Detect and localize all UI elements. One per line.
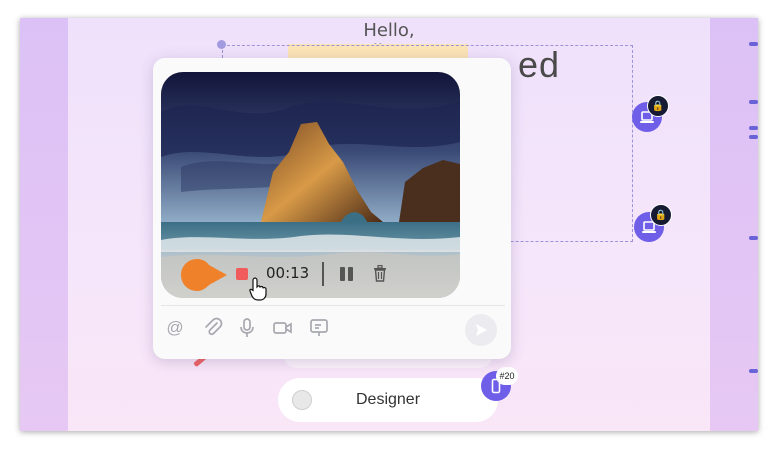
controls-divider <box>322 262 324 286</box>
lock-icon: 🔒 <box>650 204 672 226</box>
video-preview[interactable]: 00:13 <box>161 72 460 298</box>
panel-marker[interactable] <box>749 236 758 240</box>
mention-icon[interactable]: @ <box>163 316 187 340</box>
send-button[interactable] <box>465 314 497 346</box>
stop-button[interactable] <box>236 268 248 280</box>
elapsed-time: 00:13 <box>266 264 310 282</box>
screen-share-icon[interactable] <box>307 316 331 340</box>
count-badge: #20 <box>496 367 518 385</box>
attachment-icon[interactable] <box>201 316 225 340</box>
panel-marker[interactable] <box>749 42 758 46</box>
pause-button[interactable] <box>340 267 354 281</box>
option-radio[interactable] <box>292 390 312 410</box>
panel-marker[interactable] <box>749 100 758 104</box>
panel-marker[interactable] <box>749 369 758 373</box>
play-button[interactable] <box>181 259 229 291</box>
recorder-controls: 00:13 <box>161 250 460 298</box>
canvas-window: Hello, Oliver! ed 🔒 🔒 Designer #20 <box>20 18 758 431</box>
microphone-icon[interactable] <box>235 316 259 340</box>
hand-cursor-icon <box>249 277 267 301</box>
delete-button[interactable] <box>373 265 387 282</box>
right-panel <box>710 18 758 431</box>
left-panel <box>20 18 68 431</box>
lock-icon: 🔒 <box>647 95 669 117</box>
video-icon[interactable] <box>271 316 295 340</box>
composer-divider <box>161 305 505 306</box>
selection-handle[interactable] <box>217 40 226 49</box>
send-icon <box>476 324 487 336</box>
panel-marker[interactable] <box>749 126 758 130</box>
composer-toolbar: @ <box>163 314 503 346</box>
designer-label: Designer <box>355 391 421 408</box>
designer-option[interactable]: Designer <box>278 378 498 422</box>
panel-marker[interactable] <box>749 135 758 139</box>
video-message-popup: 00:13 @ <box>153 58 511 359</box>
